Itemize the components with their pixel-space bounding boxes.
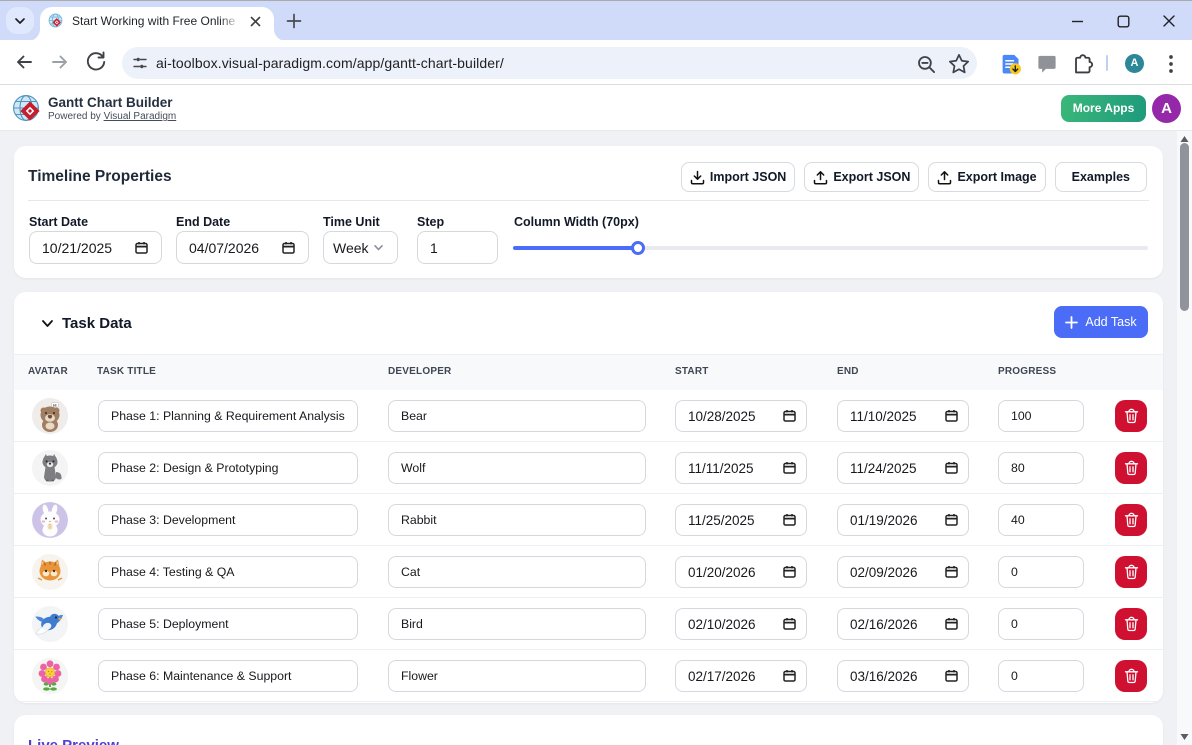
svg-text:HI: HI	[53, 403, 57, 407]
